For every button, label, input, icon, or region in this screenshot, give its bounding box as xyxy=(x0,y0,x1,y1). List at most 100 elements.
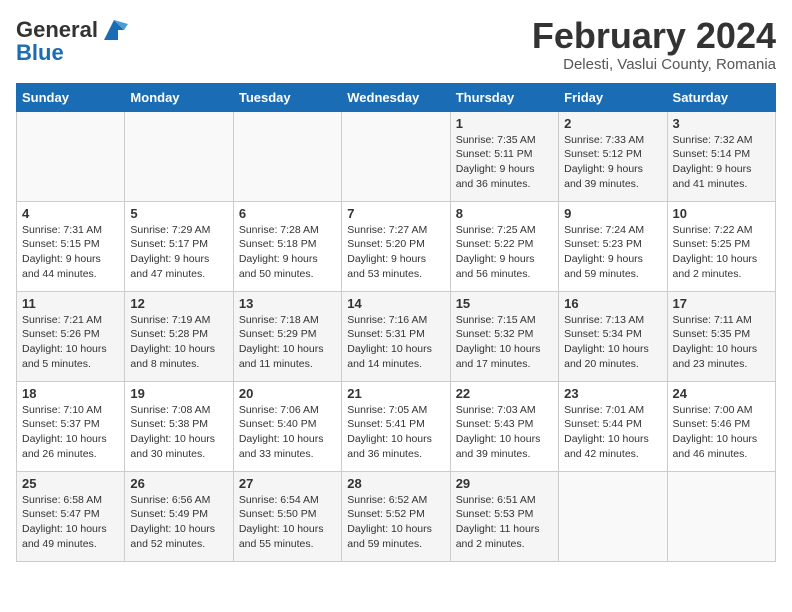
day-info: Sunrise: 6:51 AM Sunset: 5:53 PM Dayligh… xyxy=(456,493,553,552)
day-info: Sunrise: 7:11 AM Sunset: 5:35 PM Dayligh… xyxy=(673,313,770,372)
calendar-cell: 2 Sunrise: 7:33 AM Sunset: 5:12 PM Daylig… xyxy=(559,111,667,201)
calendar-cell: 8 Sunrise: 7:25 AM Sunset: 5:22 PM Daylig… xyxy=(450,201,558,291)
day-info: Sunrise: 6:54 AM Sunset: 5:50 PM Dayligh… xyxy=(239,493,336,552)
day-number: 2 xyxy=(564,116,661,131)
calendar-cell: 23 Sunrise: 7:01 AM Sunset: 5:44 PM Dayli… xyxy=(559,381,667,471)
day-headers-row: SundayMondayTuesdayWednesdayThursdayFrid… xyxy=(17,83,776,111)
day-info: Sunrise: 7:33 AM Sunset: 5:12 PM Dayligh… xyxy=(564,133,661,192)
calendar-cell xyxy=(667,471,775,561)
day-number: 24 xyxy=(673,386,770,401)
day-info: Sunrise: 6:58 AM Sunset: 5:47 PM Dayligh… xyxy=(22,493,119,552)
day-number: 5 xyxy=(130,206,227,221)
calendar-cell: 9 Sunrise: 7:24 AM Sunset: 5:23 PM Daylig… xyxy=(559,201,667,291)
day-info: Sunrise: 7:18 AM Sunset: 5:29 PM Dayligh… xyxy=(239,313,336,372)
day-number: 27 xyxy=(239,476,336,491)
calendar-cell: 28 Sunrise: 6:52 AM Sunset: 5:52 PM Dayli… xyxy=(342,471,450,561)
day-header-friday: Friday xyxy=(559,83,667,111)
day-number: 21 xyxy=(347,386,444,401)
calendar-cell: 22 Sunrise: 7:03 AM Sunset: 5:43 PM Dayli… xyxy=(450,381,558,471)
calendar-cell: 12 Sunrise: 7:19 AM Sunset: 5:28 PM Dayli… xyxy=(125,291,233,381)
day-info: Sunrise: 7:01 AM Sunset: 5:44 PM Dayligh… xyxy=(564,403,661,462)
day-number: 13 xyxy=(239,296,336,311)
day-info: Sunrise: 7:06 AM Sunset: 5:40 PM Dayligh… xyxy=(239,403,336,462)
day-header-sunday: Sunday xyxy=(17,83,125,111)
week-row-4: 18Sunrise: 7:10 AM Sunset: 5:37 PM Dayli… xyxy=(17,381,776,471)
day-number: 11 xyxy=(22,296,119,311)
calendar-cell: 3 Sunrise: 7:32 AM Sunset: 5:14 PM Daylig… xyxy=(667,111,775,201)
day-number: 22 xyxy=(456,386,553,401)
calendar-cell: 4 Sunrise: 7:31 AM Sunset: 5:15 PM Daylig… xyxy=(17,201,125,291)
day-info: Sunrise: 6:52 AM Sunset: 5:52 PM Dayligh… xyxy=(347,493,444,552)
day-number: 10 xyxy=(673,206,770,221)
calendar-cell: 29 Sunrise: 6:51 AM Sunset: 5:53 PM Dayli… xyxy=(450,471,558,561)
day-info: Sunrise: 7:35 AM Sunset: 5:11 PM Dayligh… xyxy=(456,133,553,192)
calendar-cell: 5 Sunrise: 7:29 AM Sunset: 5:17 PM Daylig… xyxy=(125,201,233,291)
day-number: 9 xyxy=(564,206,661,221)
calendar-cell: 13 Sunrise: 7:18 AM Sunset: 5:29 PM Dayli… xyxy=(233,291,341,381)
week-row-2: 4 Sunrise: 7:31 AM Sunset: 5:15 PM Daylig… xyxy=(17,201,776,291)
logo-icon xyxy=(100,16,128,44)
day-info: Sunrise: 7:22 AM Sunset: 5:25 PM Dayligh… xyxy=(673,223,770,282)
day-header-tuesday: Tuesday xyxy=(233,83,341,111)
month-year: February 2024 xyxy=(532,16,776,56)
day-number: 23 xyxy=(564,386,661,401)
day-info: Sunrise: 7:19 AM Sunset: 5:28 PM Dayligh… xyxy=(130,313,227,372)
day-number: 29 xyxy=(456,476,553,491)
calendar-cell xyxy=(17,111,125,201)
day-info: Sunrise: 7:21 AM Sunset: 5:26 PM Dayligh… xyxy=(22,313,119,372)
day-number: 12 xyxy=(130,296,227,311)
day-number: 15 xyxy=(456,296,553,311)
calendar-cell: 24 Sunrise: 7:00 AM Sunset: 5:46 PM Dayli… xyxy=(667,381,775,471)
day-header-saturday: Saturday xyxy=(667,83,775,111)
header: General Blue February 2024 Delesti, Vasl… xyxy=(16,16,776,73)
day-info: Sunrise: 7:16 AM Sunset: 5:31 PM Dayligh… xyxy=(347,313,444,372)
day-info: Sunrise: 7:03 AM Sunset: 5:43 PM Dayligh… xyxy=(456,403,553,462)
week-row-1: 1Sunrise: 7:35 AM Sunset: 5:11 PM Daylig… xyxy=(17,111,776,201)
day-info: Sunrise: 6:56 AM Sunset: 5:49 PM Dayligh… xyxy=(130,493,227,552)
calendar-cell: 1Sunrise: 7:35 AM Sunset: 5:11 PM Daylig… xyxy=(450,111,558,201)
day-number: 26 xyxy=(130,476,227,491)
calendar-cell: 17 Sunrise: 7:11 AM Sunset: 5:35 PM Dayli… xyxy=(667,291,775,381)
day-info: Sunrise: 7:00 AM Sunset: 5:46 PM Dayligh… xyxy=(673,403,770,462)
week-row-5: 25Sunrise: 6:58 AM Sunset: 5:47 PM Dayli… xyxy=(17,471,776,561)
calendar-table: SundayMondayTuesdayWednesdayThursdayFrid… xyxy=(16,83,776,562)
day-info: Sunrise: 7:25 AM Sunset: 5:22 PM Dayligh… xyxy=(456,223,553,282)
week-row-3: 11 Sunrise: 7:21 AM Sunset: 5:26 PM Dayli… xyxy=(17,291,776,381)
page: General Blue February 2024 Delesti, Vasl… xyxy=(0,0,792,572)
day-info: Sunrise: 7:15 AM Sunset: 5:32 PM Dayligh… xyxy=(456,313,553,372)
calendar-cell xyxy=(233,111,341,201)
day-number: 28 xyxy=(347,476,444,491)
calendar-cell: 25Sunrise: 6:58 AM Sunset: 5:47 PM Dayli… xyxy=(17,471,125,561)
day-number: 19 xyxy=(130,386,227,401)
calendar-cell: 20Sunrise: 7:06 AM Sunset: 5:40 PM Dayli… xyxy=(233,381,341,471)
calendar-cell: 26 Sunrise: 6:56 AM Sunset: 5:49 PM Dayli… xyxy=(125,471,233,561)
day-number: 8 xyxy=(456,206,553,221)
day-info: Sunrise: 7:28 AM Sunset: 5:18 PM Dayligh… xyxy=(239,223,336,282)
day-number: 3 xyxy=(673,116,770,131)
day-info: Sunrise: 7:10 AM Sunset: 5:37 PM Dayligh… xyxy=(22,403,119,462)
calendar-cell: 19 Sunrise: 7:08 AM Sunset: 5:38 PM Dayli… xyxy=(125,381,233,471)
day-header-monday: Monday xyxy=(125,83,233,111)
logo: General Blue xyxy=(16,16,128,66)
day-header-thursday: Thursday xyxy=(450,83,558,111)
day-number: 4 xyxy=(22,206,119,221)
day-info: Sunrise: 7:27 AM Sunset: 5:20 PM Dayligh… xyxy=(347,223,444,282)
day-info: Sunrise: 7:08 AM Sunset: 5:38 PM Dayligh… xyxy=(130,403,227,462)
day-number: 7 xyxy=(347,206,444,221)
calendar-cell: 27 Sunrise: 6:54 AM Sunset: 5:50 PM Dayli… xyxy=(233,471,341,561)
day-info: Sunrise: 7:24 AM Sunset: 5:23 PM Dayligh… xyxy=(564,223,661,282)
calendar-cell: 6Sunrise: 7:28 AM Sunset: 5:18 PM Daylig… xyxy=(233,201,341,291)
logo-general: General xyxy=(16,17,98,42)
day-info: Sunrise: 7:29 AM Sunset: 5:17 PM Dayligh… xyxy=(130,223,227,282)
calendar-cell xyxy=(125,111,233,201)
calendar-cell xyxy=(342,111,450,201)
day-info: Sunrise: 7:31 AM Sunset: 5:15 PM Dayligh… xyxy=(22,223,119,282)
day-info: Sunrise: 7:05 AM Sunset: 5:41 PM Dayligh… xyxy=(347,403,444,462)
calendar-cell: 16Sunrise: 7:13 AM Sunset: 5:34 PM Dayli… xyxy=(559,291,667,381)
day-number: 17 xyxy=(673,296,770,311)
calendar-cell: 10 Sunrise: 7:22 AM Sunset: 5:25 PM Dayli… xyxy=(667,201,775,291)
day-info: Sunrise: 7:32 AM Sunset: 5:14 PM Dayligh… xyxy=(673,133,770,192)
calendar-cell: 7 Sunrise: 7:27 AM Sunset: 5:20 PM Daylig… xyxy=(342,201,450,291)
day-info: Sunrise: 7:13 AM Sunset: 5:34 PM Dayligh… xyxy=(564,313,661,372)
title-block: February 2024 Delesti, Vaslui County, Ro… xyxy=(532,16,776,73)
